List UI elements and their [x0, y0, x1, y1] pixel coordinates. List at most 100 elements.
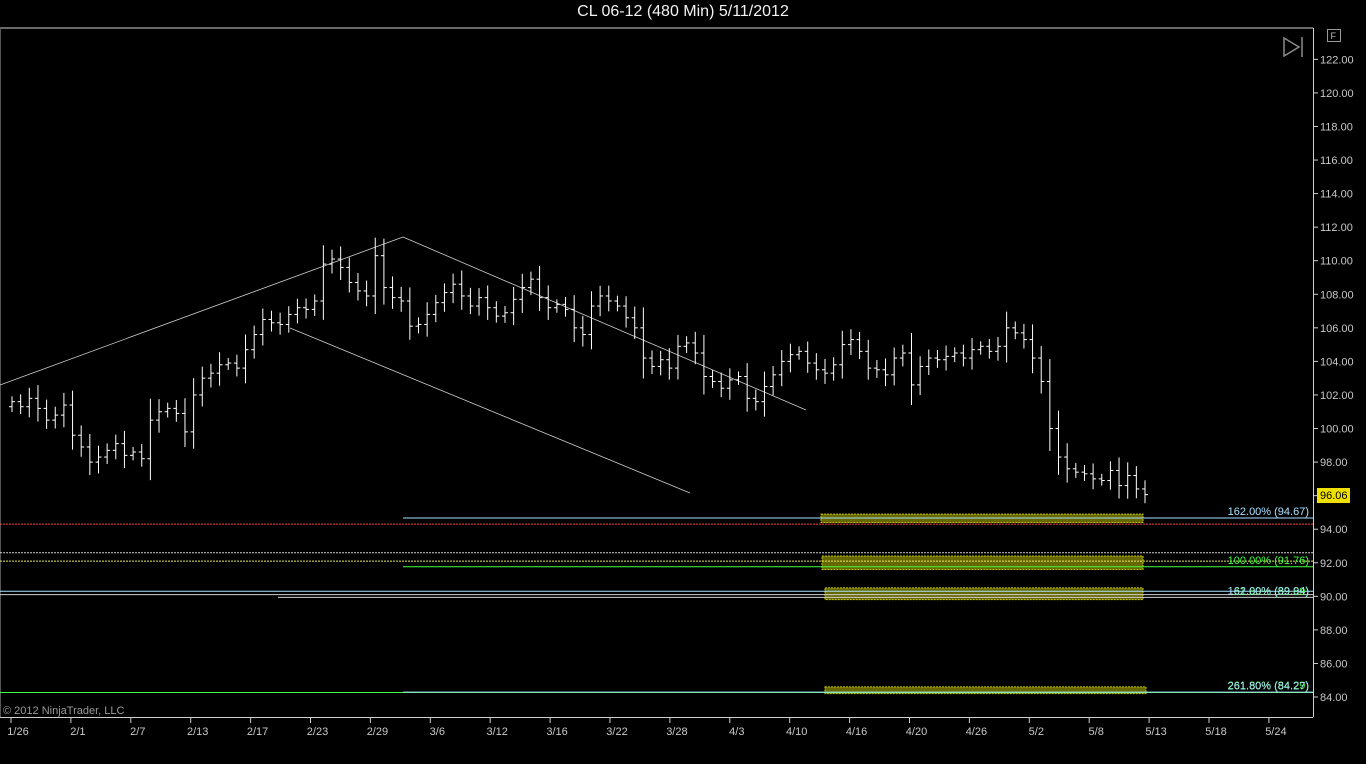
- ohlc-bar: [86, 433, 93, 476]
- ohlc-bar: [605, 285, 612, 312]
- ohlc-bar: [891, 347, 898, 386]
- ohlc-bar: [640, 307, 647, 379]
- y-tick-label: 118.00: [1320, 121, 1353, 133]
- ohlc-bar: [251, 325, 258, 359]
- ohlc-bar: [424, 302, 431, 337]
- x-tick-label: 2/13: [187, 726, 208, 738]
- fib-zone-box[interactable]: [824, 587, 1144, 601]
- price-chart[interactable]: 84.0086.0088.0090.0092.0094.0096.0098.00…: [0, 0, 1366, 764]
- ohlc-bar: [821, 359, 828, 384]
- ohlc-bar: [839, 330, 846, 379]
- ohlc-bar: [1090, 463, 1097, 490]
- ohlc-bar: [415, 317, 422, 334]
- fib-zone-box[interactable]: [821, 555, 1144, 570]
- ohlc-bar: [1029, 324, 1036, 374]
- ohlc-bar: [847, 329, 854, 355]
- trendline-2[interactable]: [402, 236, 807, 411]
- ohlc-bar: [372, 237, 379, 314]
- last-price-label: 96.06: [1320, 490, 1348, 502]
- fib-levels: [0, 517, 1313, 693]
- y-tick-label: 100.00: [1320, 424, 1354, 436]
- ohlc-bar: [441, 283, 448, 312]
- x-axis-ticks: 1/26 2/1 2/7 2/13 2/17 2/23 2/29 3/6 3/12 3/16 3/2…: [7, 717, 1287, 738]
- x-tick-label: 2/23: [307, 726, 328, 738]
- x-tick-label: 3/6: [430, 726, 445, 738]
- ohlc-bar: [501, 305, 508, 323]
- ohlc-bar: [761, 371, 768, 417]
- ohlc-bar: [657, 350, 664, 376]
- x-tick-label: 3/28: [666, 726, 687, 738]
- y-tick-label: 98.00: [1320, 457, 1348, 469]
- ohlc-bar: [1012, 321, 1019, 340]
- ohlc-bar: [735, 371, 742, 385]
- ohlc-bar: [614, 295, 621, 312]
- ohlc-bar: [104, 443, 111, 464]
- ohlc-bar: [597, 285, 604, 317]
- ohlc-bar: [588, 291, 595, 350]
- ohlc-bar: [147, 398, 154, 481]
- ohlc-bars: [9, 237, 1148, 504]
- x-tick-label: 4/3: [729, 726, 744, 738]
- ohlc-bar: [943, 345, 950, 371]
- ohlc-bar: [95, 445, 102, 474]
- x-tick-label: 1/26: [7, 726, 28, 738]
- trendline-3[interactable]: [289, 327, 691, 494]
- y-tick-label: 86.00: [1320, 658, 1348, 670]
- ohlc-bar: [484, 285, 491, 320]
- ohlc-bar: [17, 394, 24, 415]
- fib-zones: [820, 513, 1147, 695]
- ohlc-bar: [856, 331, 863, 360]
- x-tick-label: 2/1: [70, 726, 85, 738]
- ohlc-bar: [579, 315, 586, 347]
- x-tick-label: 4/16: [846, 726, 867, 738]
- ohlc-bar: [700, 334, 707, 395]
- ohlc-bar: [510, 286, 517, 326]
- ohlc-bar: [467, 287, 474, 315]
- x-tick-label: 3/12: [486, 726, 507, 738]
- ohlc-bar: [156, 399, 163, 433]
- ohlc-bar: [527, 271, 534, 296]
- ohlc-bar: [1107, 461, 1114, 490]
- ohlc-bar: [951, 347, 958, 363]
- y-tick-label: 112.00: [1320, 222, 1353, 234]
- ohlc-bar: [346, 257, 353, 293]
- x-tick-label: 5/24: [1265, 726, 1286, 738]
- ohlc-bar: [873, 359, 880, 378]
- ohlc-bar: [778, 350, 785, 387]
- ohlc-bar: [744, 363, 751, 412]
- trend-drawings: [0, 236, 807, 494]
- ohlc-bar: [389, 276, 396, 309]
- x-tick-label: 3/22: [606, 726, 627, 738]
- ohlc-bar: [1133, 466, 1140, 499]
- ohlc-bar: [631, 306, 638, 340]
- ohlc-bar: [69, 390, 76, 450]
- ohlc-bar: [562, 296, 569, 317]
- y-tick-label: 88.00: [1320, 625, 1348, 637]
- play-forward-icon[interactable]: [1283, 36, 1303, 58]
- x-tick-label: 4/20: [906, 726, 927, 738]
- y-tick-label: 102.00: [1320, 390, 1354, 402]
- ohlc-bar: [207, 363, 214, 388]
- x-tick-label: 5/2: [1029, 726, 1044, 738]
- ohlc-bar: [181, 398, 188, 448]
- ohlc-bar: [770, 366, 777, 396]
- last-price-badge: 96.06: [1317, 488, 1350, 503]
- x-tick-label: 2/29: [367, 726, 388, 738]
- fib-level-label: 100.00% (91.76): [1228, 555, 1309, 567]
- ohlc-bar: [277, 312, 284, 335]
- fib-level-labels: 162.00% (94.67)100.00% (91.76)61.80% (89…: [1228, 506, 1309, 693]
- ohlc-bar: [363, 280, 370, 307]
- ohlc-bar: [969, 338, 976, 370]
- y-tick-label: 122.00: [1320, 54, 1354, 66]
- ohlc-bar: [1003, 311, 1010, 363]
- ohlc-bar: [1142, 480, 1148, 504]
- trendline-1[interactable]: [0, 236, 404, 386]
- x-tick-label: 2/17: [247, 726, 268, 738]
- ohlc-bar: [1124, 462, 1131, 499]
- y-tick-label: 116.00: [1320, 155, 1353, 167]
- y-tick-label: 114.00: [1320, 189, 1353, 201]
- ohlc-bar: [233, 354, 240, 377]
- ohlc-bar: [545, 285, 552, 320]
- fib-level-label: 162.00% (89.94): [1228, 585, 1309, 597]
- f-button[interactable]: F: [1327, 29, 1341, 42]
